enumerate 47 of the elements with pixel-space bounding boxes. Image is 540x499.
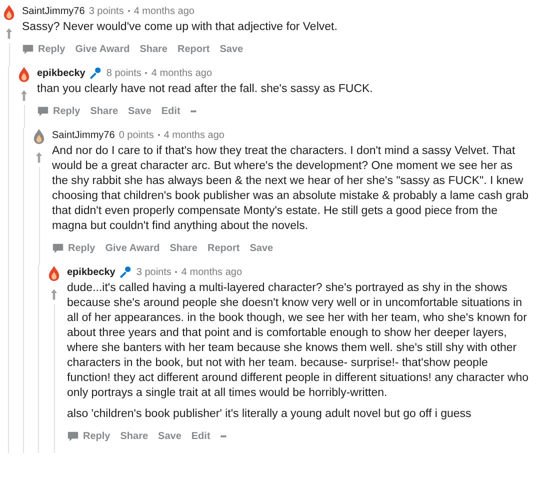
vote-icon[interactable] (36, 152, 42, 163)
microphone-icon (89, 66, 102, 80)
comment-text: also 'children's book publisher' it's literally a young adult novel but go off i guess (67, 407, 472, 422)
more-button[interactable]: ••• (216, 429, 230, 444)
comment-text: And nor do I care to if that's how they treat the characters. I don't mind a sassy Velvet. That would be a great character arc. But where's the development? One moment we see her as the shy rabbit she has always been & the next we hear of her she's "sassy as FUCK". I knew choosing that children's book publisher was an absolute mistake & probably a lame cash grab that didn't even properly compensate Monty's estate. He still gets a good piece from the magna but couldn't find anything about the novels. (52, 144, 530, 234)
action-button[interactable]: Share (86, 103, 122, 120)
username[interactable]: epikbecky (67, 266, 116, 278)
points: 0 points (118, 130, 154, 140)
points: 3 points (136, 266, 172, 278)
vote-icon[interactable] (51, 289, 57, 300)
action-button[interactable]: Report (174, 41, 214, 58)
more-button[interactable]: ••• (186, 104, 200, 119)
username[interactable]: epikbecky (37, 68, 86, 78)
timestamp[interactable]: 4 months ago (151, 68, 212, 78)
action-button[interactable]: Give Award (71, 41, 134, 58)
action-button[interactable]: Edit (157, 103, 184, 120)
action-button[interactable]: Share (166, 240, 202, 257)
username[interactable]: SaintJimmy76 (52, 130, 115, 140)
action-button[interactable]: Save (246, 240, 278, 257)
action-button[interactable]: Share (116, 428, 152, 445)
comment-icon (67, 431, 79, 442)
comment-icon (37, 106, 49, 117)
action-button[interactable]: Report (204, 240, 244, 257)
action-button[interactable]: Give Award (101, 240, 164, 257)
action-button[interactable]: Save (124, 103, 156, 120)
microphone-icon (119, 266, 132, 278)
reply-button[interactable]: Reply (33, 103, 84, 120)
vote-icon[interactable] (6, 28, 12, 39)
comment-text: Sassy? Never would've come up with that adjective for Velvet. (22, 20, 338, 35)
comment-text: dude...it's called having a multi-layered character? she's portrayed as shy in the shows because she's around people she doesn't know very well or in uncomfortable situations in all of her appearances. in the book though, we see her with her team, who she's known for about three years and that point and is comfortable enough to show her deeper layers, where she banters with her team because she knows them well. she's still shy with other characters in the book, but not with her team. because- surprise!- that'show people function! they act different around different people in different situations! any character who only portrays a single trait at all times would be horribly-written. (67, 281, 530, 401)
reply-button[interactable]: Reply (48, 240, 100, 257)
reply-button[interactable]: Reply (18, 41, 70, 58)
reply-button[interactable]: Reply (63, 428, 114, 445)
action-button[interactable]: Save (154, 428, 186, 445)
vote-icon[interactable] (21, 90, 27, 101)
comment-text: than you clearly have not read after the fall. she's sassy as FUCK. (37, 82, 374, 97)
timestamp[interactable]: 4 months ago (164, 130, 224, 140)
action-button[interactable]: Save (216, 41, 248, 58)
points: 3 points (88, 6, 124, 16)
timestamp[interactable]: 4 months ago (134, 6, 194, 16)
action-button[interactable]: Share (136, 41, 172, 58)
username[interactable]: SaintJimmy76 (22, 6, 85, 16)
points: 8 points (106, 68, 142, 78)
timestamp[interactable]: 4 months ago (181, 266, 242, 278)
action-button[interactable]: Edit (187, 428, 214, 445)
comment-icon (52, 243, 64, 254)
comment-icon (22, 44, 34, 55)
